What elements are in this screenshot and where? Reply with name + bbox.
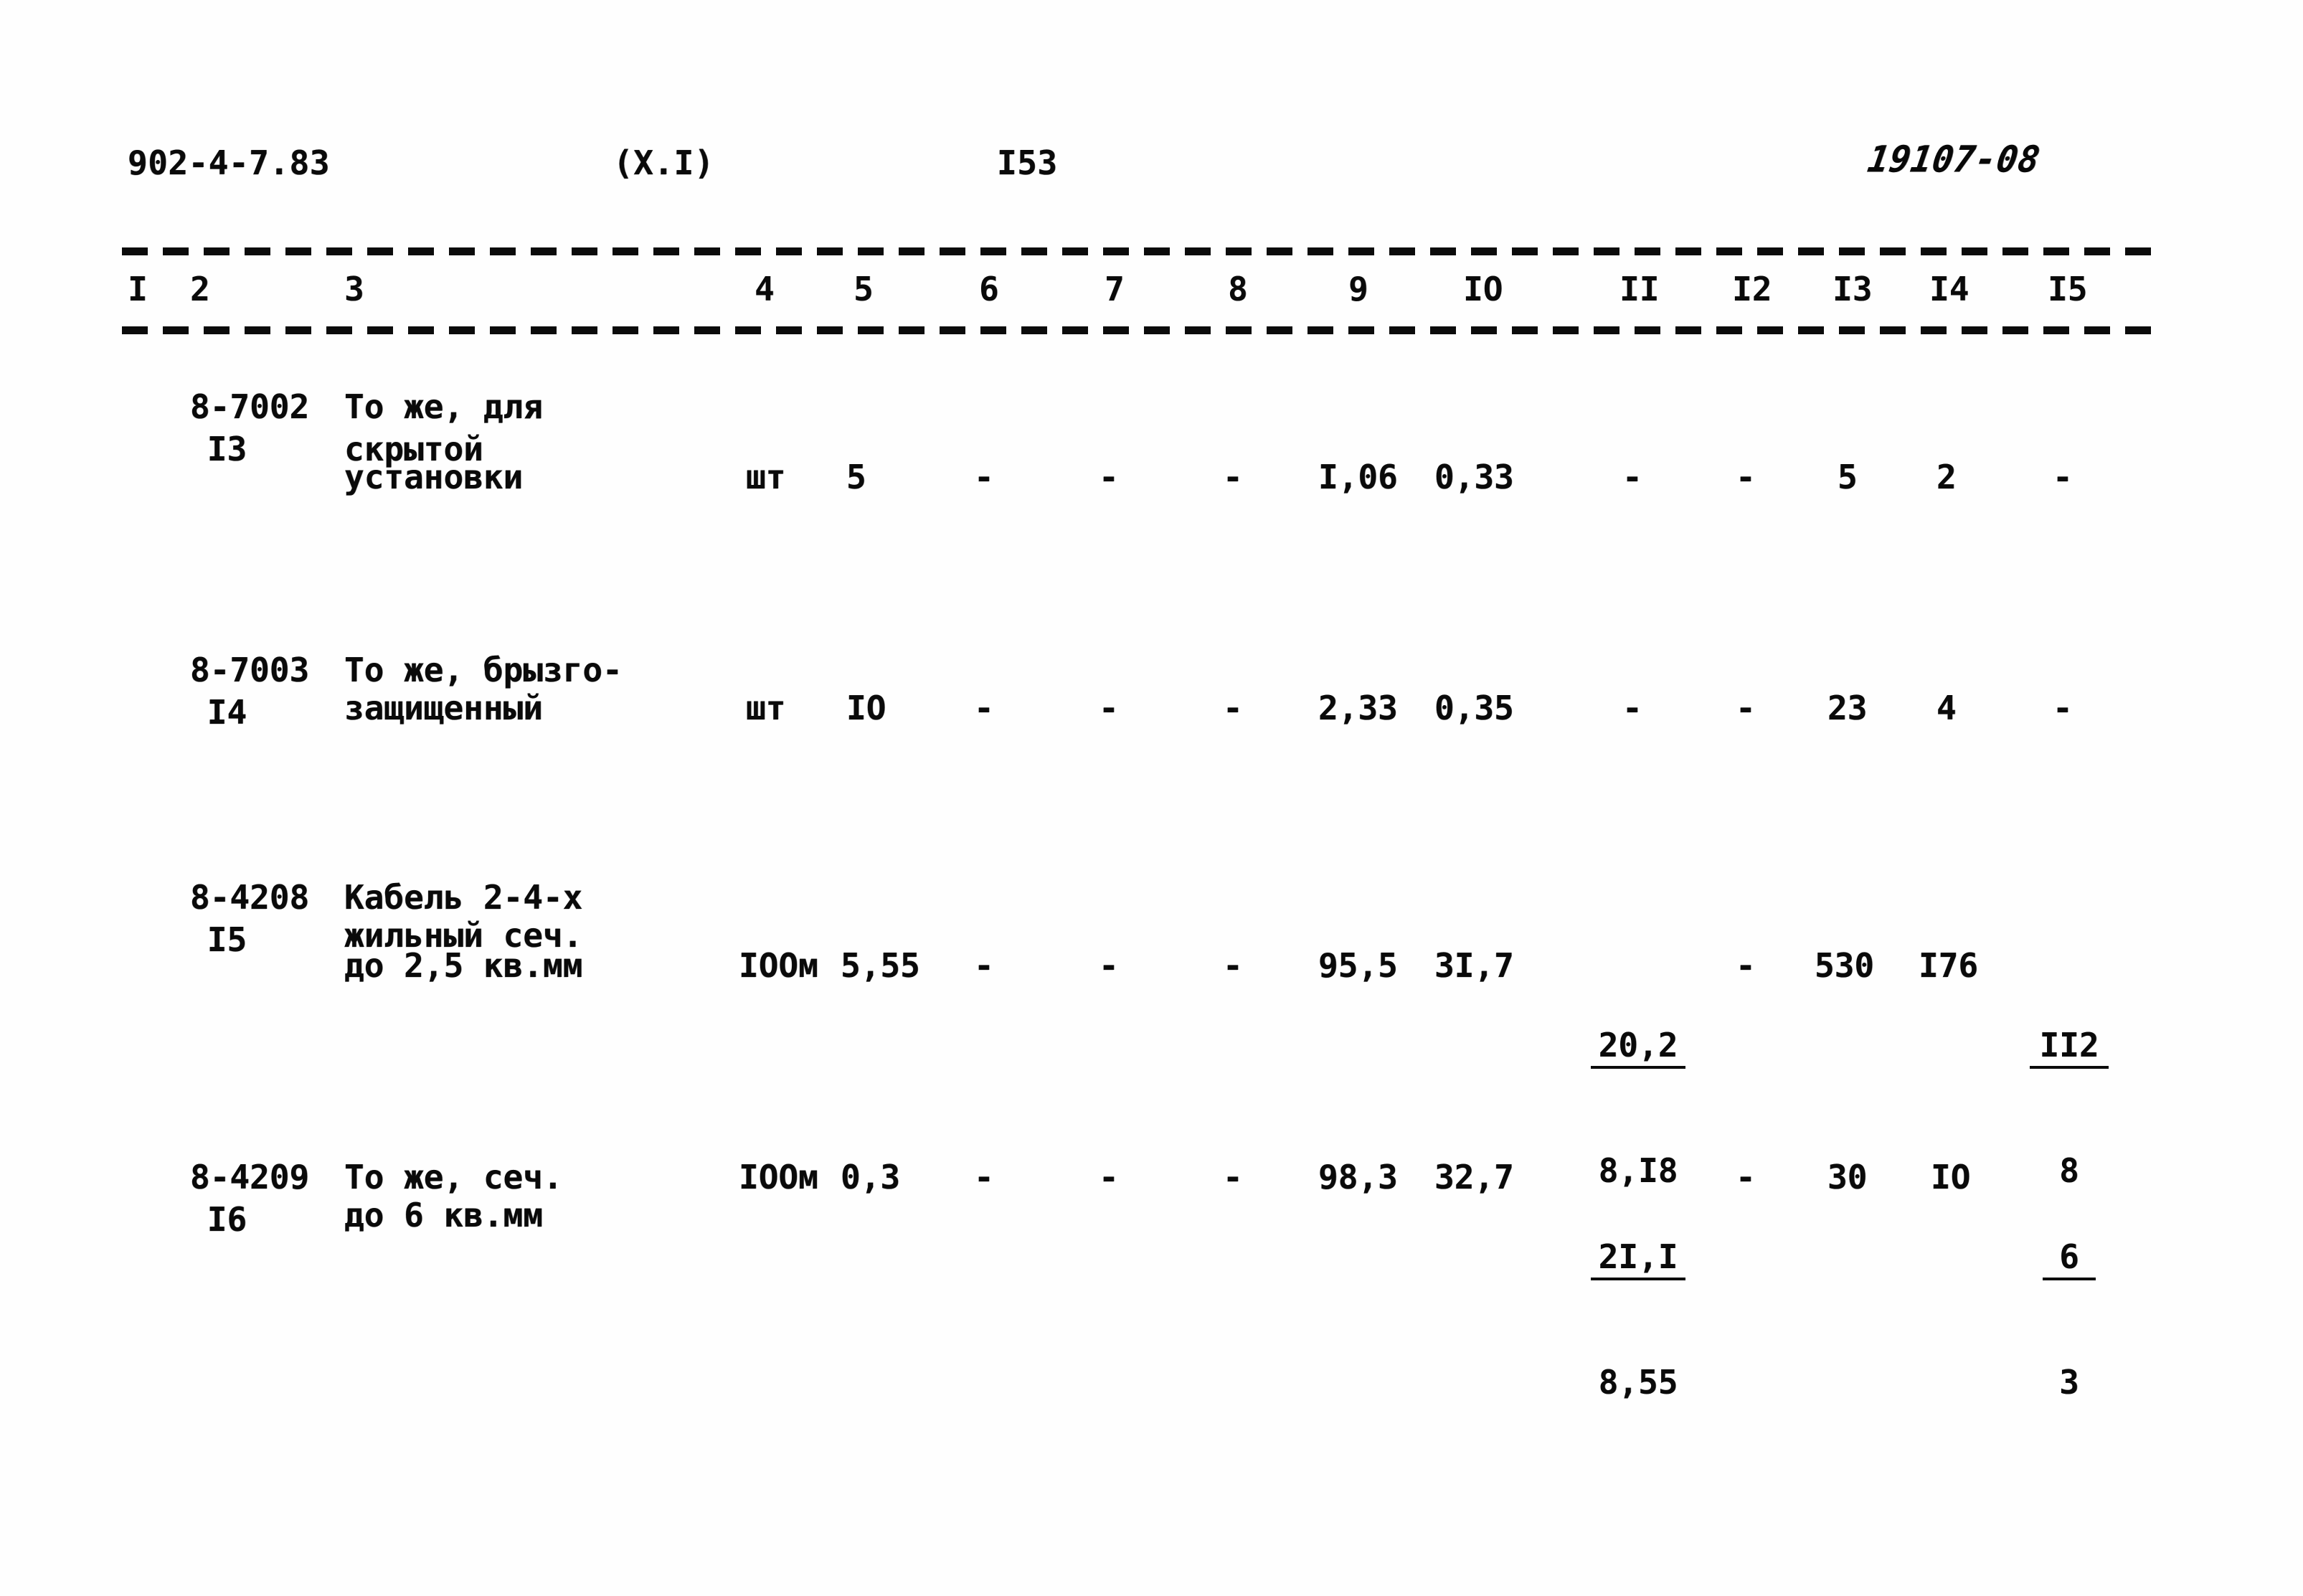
row-col-6: - <box>974 1158 994 1196</box>
column-header-5: 5 <box>853 270 874 308</box>
table-rule-bottom <box>122 326 2155 334</box>
row-col-8: - <box>1223 1158 1243 1196</box>
row-col-7: - <box>1099 458 1119 496</box>
row-number: I4 <box>207 693 247 732</box>
row-col-14: IO <box>1931 1158 1971 1196</box>
row-unit: IOOм <box>739 946 818 985</box>
row-number: I6 <box>207 1200 247 1239</box>
scanned-page: 902-4-7.83 (X.I) I53 19107-08 I 2 3 4 5 … <box>0 0 2303 1596</box>
column-header-14: I4 <box>1929 270 1969 308</box>
page-number: I53 <box>997 143 1058 182</box>
column-header-8: 8 <box>1228 270 1248 308</box>
archive-stamp: 19107-08 <box>1865 138 2043 181</box>
row-col-11: - <box>1622 689 1642 727</box>
column-header-3: 3 <box>344 270 364 308</box>
row-col-13: 530 <box>1815 946 1875 985</box>
row-col-7: - <box>1099 946 1119 985</box>
row-description-line-1: То же, сеч. <box>344 1158 563 1196</box>
column-header-7: 7 <box>1105 270 1125 308</box>
row-col-14: 2 <box>1936 458 1957 496</box>
row-col-10: 3I,7 <box>1434 946 1514 985</box>
row-description-line-3: до 2,5 кв.мм <box>344 946 583 985</box>
row-col-15: - <box>2053 689 2073 727</box>
column-header-11: II <box>1619 270 1660 308</box>
row-col-8: - <box>1223 689 1243 727</box>
column-header-13: I3 <box>1833 270 1873 308</box>
row-col-15-numerator: 6 <box>2043 1237 2096 1280</box>
row-col-11-numerator: 20,2 <box>1591 1025 1685 1069</box>
row-col-5: 5 <box>846 458 866 496</box>
row-col-5: 5,55 <box>841 946 920 985</box>
row-col-14: I76 <box>1919 946 1979 985</box>
row-number: I3 <box>207 430 247 468</box>
row-col-15: - <box>2053 458 2073 496</box>
column-header-12: I2 <box>1732 270 1772 308</box>
row-col-7: - <box>1099 1158 1119 1196</box>
row-col-11: - <box>1622 458 1642 496</box>
row-col-13: 23 <box>1827 689 1868 727</box>
document-series-code: 902-4-7.83 <box>128 143 330 182</box>
row-col-13: 5 <box>1838 458 1858 496</box>
row-col-5: 0,3 <box>841 1158 901 1196</box>
row-col-10: 0,35 <box>1434 689 1514 727</box>
column-header-10: IO <box>1463 270 1503 308</box>
document-section-label: (X.I) <box>613 143 714 182</box>
row-col-15-numerator: II2 <box>2030 1025 2109 1069</box>
row-col-9: 98,3 <box>1318 1158 1398 1196</box>
row-col-6: - <box>974 689 994 727</box>
column-header-6: 6 <box>979 270 999 308</box>
row-description-line-2: защищенный <box>344 689 543 727</box>
row-col-11-fraction: 2I,I 8,55 <box>1591 1156 1685 1483</box>
row-col-13: 30 <box>1827 1158 1868 1196</box>
row-col-6: - <box>974 458 994 496</box>
row-col-10: 32,7 <box>1434 1158 1514 1196</box>
row-col-6: - <box>974 946 994 985</box>
row-number: I5 <box>207 920 247 959</box>
row-col-11-denominator: 8,55 <box>1598 1363 1678 1402</box>
column-header-2: 2 <box>190 270 210 308</box>
row-col-10: 0,33 <box>1434 458 1514 496</box>
row-description-line-1: То же, брызго- <box>344 651 623 689</box>
row-col-12: - <box>1736 458 1756 496</box>
row-col-9: I,06 <box>1318 458 1398 496</box>
row-col-9: 95,5 <box>1318 946 1398 985</box>
column-header-4: 4 <box>755 270 775 308</box>
row-col-14: 4 <box>1936 689 1957 727</box>
row-description-line-3: установки <box>344 458 524 496</box>
row-description-line-2: до 6 кв.мм <box>344 1196 543 1234</box>
column-header-1: I <box>128 270 148 308</box>
row-col-12: - <box>1736 946 1756 985</box>
row-code: 8-4209 <box>190 1158 310 1196</box>
row-description-line-1: То же, для <box>344 387 543 426</box>
row-col-15-denominator: 3 <box>2059 1363 2079 1402</box>
table-rule-top <box>122 247 2155 255</box>
row-unit: шт <box>746 458 786 496</box>
row-col-11-numerator: 2I,I <box>1591 1237 1685 1280</box>
row-col-12: - <box>1736 1158 1756 1196</box>
row-code: 8-4208 <box>190 878 310 917</box>
row-col-12: - <box>1736 689 1756 727</box>
row-col-7: - <box>1099 689 1119 727</box>
row-col-8: - <box>1223 458 1243 496</box>
column-header-15: I5 <box>2048 270 2088 308</box>
row-col-8: - <box>1223 946 1243 985</box>
row-col-15-fraction: 6 3 <box>2043 1156 2096 1483</box>
row-description-line-1: Кабель 2-4-х <box>344 878 583 917</box>
row-code: 8-7002 <box>190 387 310 426</box>
row-col-9: 2,33 <box>1318 689 1398 727</box>
column-header-9: 9 <box>1348 270 1368 308</box>
row-unit: IOOм <box>739 1158 818 1196</box>
row-code: 8-7003 <box>190 651 310 689</box>
row-unit: шт <box>746 689 786 727</box>
row-col-5: IO <box>846 689 886 727</box>
